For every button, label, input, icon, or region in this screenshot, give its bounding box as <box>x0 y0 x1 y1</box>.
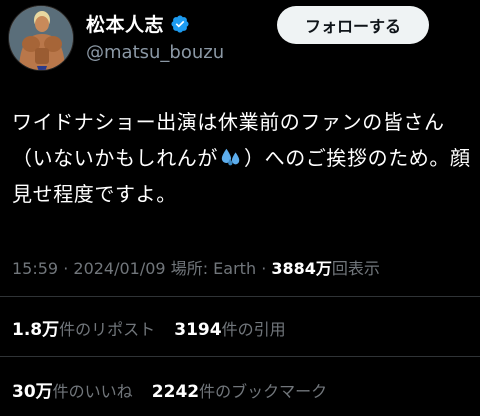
follow-button[interactable]: フォローする <box>277 6 429 44</box>
likes-count: 30万 <box>12 382 53 402</box>
quotes-count: 3194 <box>174 320 222 340</box>
verified-badge-icon <box>171 14 189 33</box>
handle[interactable]: @matsu_bouzu <box>86 42 224 63</box>
divider <box>0 356 480 357</box>
tweet-text: ワイドナショー出演は休業前のファンの皆さん（いないかもしれんが ）へのご挨拶のた… <box>12 104 472 212</box>
reposts-label: 件のリポスト <box>59 320 156 339</box>
views-count: 3884万 <box>271 259 332 278</box>
stats-row-likes: 30万件のいいね 2242件のブックマーク <box>12 377 341 402</box>
stats-row-reposts: 1.8万件のリポスト 3194件の引用 <box>12 315 300 340</box>
avatar[interactable] <box>8 5 74 71</box>
tweet-date[interactable]: 2024/01/09 <box>73 259 165 278</box>
views-label: 回表示 <box>331 259 380 278</box>
bookmarks-label: 件のブックマーク <box>199 382 328 401</box>
avatar-image-icon <box>9 6 73 70</box>
display-name[interactable]: 松本人志 <box>86 10 164 37</box>
quotes-label: 件の引用 <box>221 320 286 339</box>
quotes-stat[interactable]: 3194件の引用 <box>174 320 286 340</box>
reposts-count: 1.8万 <box>12 320 60 340</box>
tweet-time[interactable]: 15:59 <box>12 259 58 278</box>
tweet-header: 松本人志 @matsu_bouzu フォローする <box>0 0 480 76</box>
likes-stat[interactable]: 30万件のいいね <box>12 382 133 402</box>
likes-label: 件のいいね <box>52 382 133 401</box>
reposts-stat[interactable]: 1.8万件のリポスト <box>12 320 156 340</box>
divider <box>0 296 480 297</box>
sweat-droplets-emoji-icon <box>221 148 240 166</box>
bookmarks-count: 2242 <box>151 382 200 402</box>
bookmarks-stat[interactable]: 2242件のブックマーク <box>151 382 328 402</box>
tweet-location: 場所: Earth <box>170 259 257 278</box>
meta-separator-2: · <box>261 259 267 278</box>
meta-separator: · <box>63 259 69 278</box>
tweet-meta: 15:59 · 2024/01/09 場所: Earth · 3884万回表示 <box>12 255 380 279</box>
name-row: 松本人志 <box>86 10 190 37</box>
